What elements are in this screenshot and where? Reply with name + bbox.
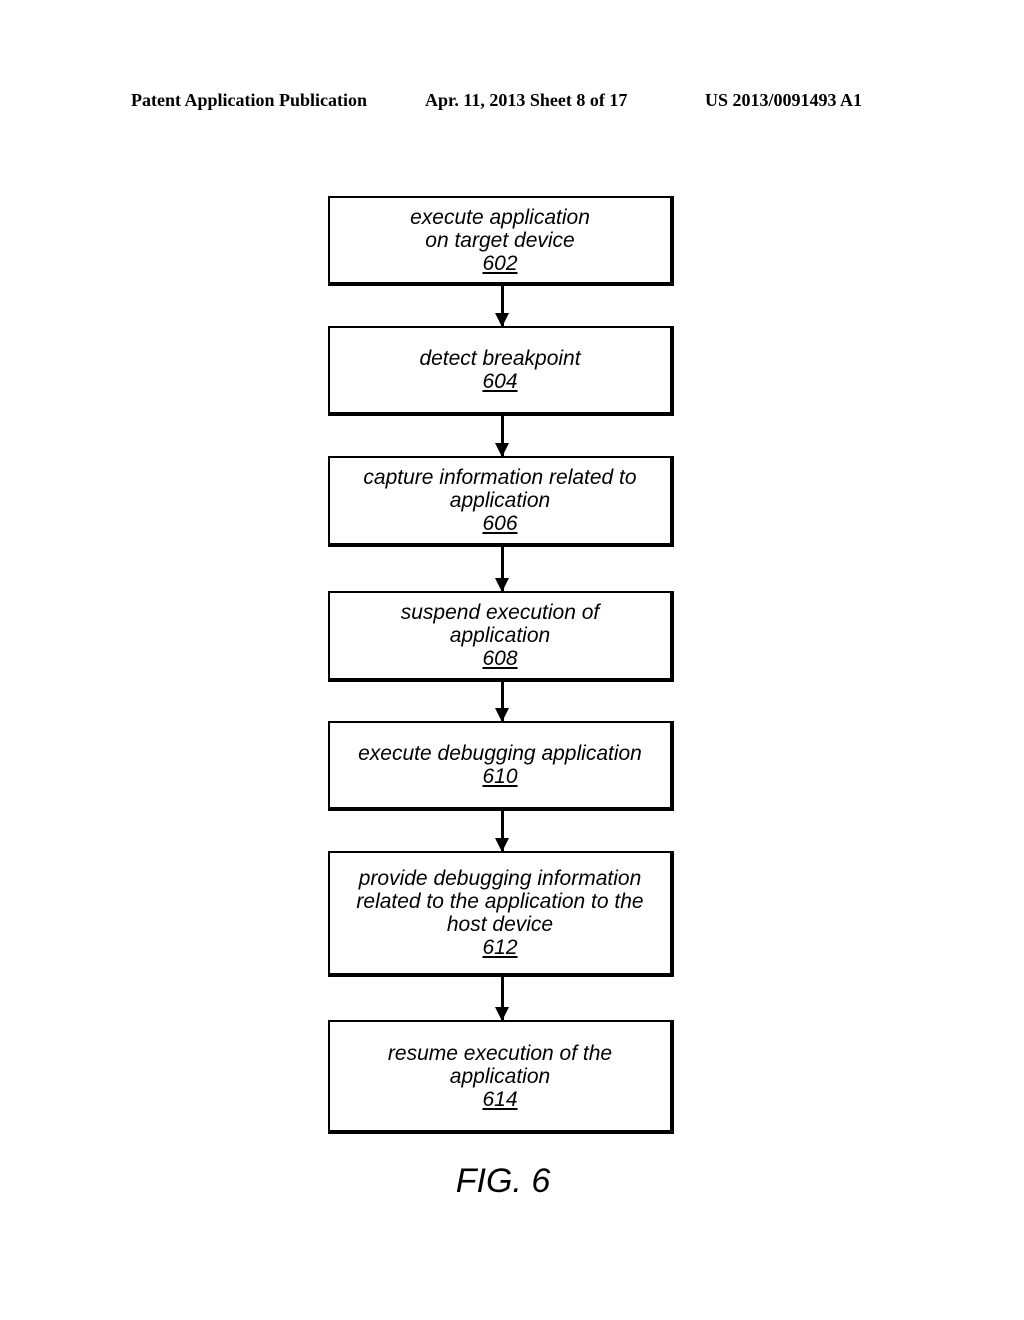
step-ref-number: 604 [482,370,518,393]
step-608-box: suspend execution of application 608 [328,591,674,682]
step-ref-number: 610 [482,765,518,788]
step-text-line: host device [446,913,554,936]
step-text-line: application [449,1064,551,1088]
step-text-line: detect breakpoint [419,347,581,370]
step-ref-number: 612 [482,936,518,959]
step-ref-number: 606 [482,512,518,535]
arrow-612-to-614 [495,977,509,1021]
step-text-line: capture information related to [363,466,637,489]
step-text-line: execute debugging application [358,742,642,765]
arrow-606-to-608 [495,547,509,592]
step-606-box: capture information related to applicati… [328,456,674,547]
step-ref-number: 608 [482,647,518,670]
figure-label: FIG. 6 [455,1162,551,1200]
step-text-line: on target device [425,228,575,252]
step-ref-number: 602 [482,251,518,275]
date-sheet: Apr. 11, 2013 Sheet 8 of 17 [425,90,628,110]
step-610-box: execute debugging application 610 [328,721,674,811]
arrow-602-to-604 [495,286,509,327]
arrow-604-to-606 [495,416,509,457]
step-ref-number: 614 [482,1087,518,1111]
step-602-box: execute application on target device 602 [328,196,674,286]
step-614-box: resume execution of the application 614 [328,1020,674,1134]
step-text-line: suspend execution of [400,601,600,624]
step-604-box: detect breakpoint 604 [328,326,674,416]
step-text-line: application [449,489,551,512]
step-text-line: provide debugging information [358,867,642,890]
step-text-line: related to the application to the [356,890,644,913]
step-612-box: provide debugging information related to… [328,851,674,977]
publication-label: Patent Application Publication [131,90,368,110]
step-text-line: application [449,624,551,647]
publication-number: US 2013/0091493 A1 [705,90,863,110]
step-text-line: execute application [410,205,590,229]
step-text-line: resume execution of the [387,1041,613,1065]
arrow-610-to-612 [495,811,509,852]
arrow-608-to-610 [495,682,509,722]
